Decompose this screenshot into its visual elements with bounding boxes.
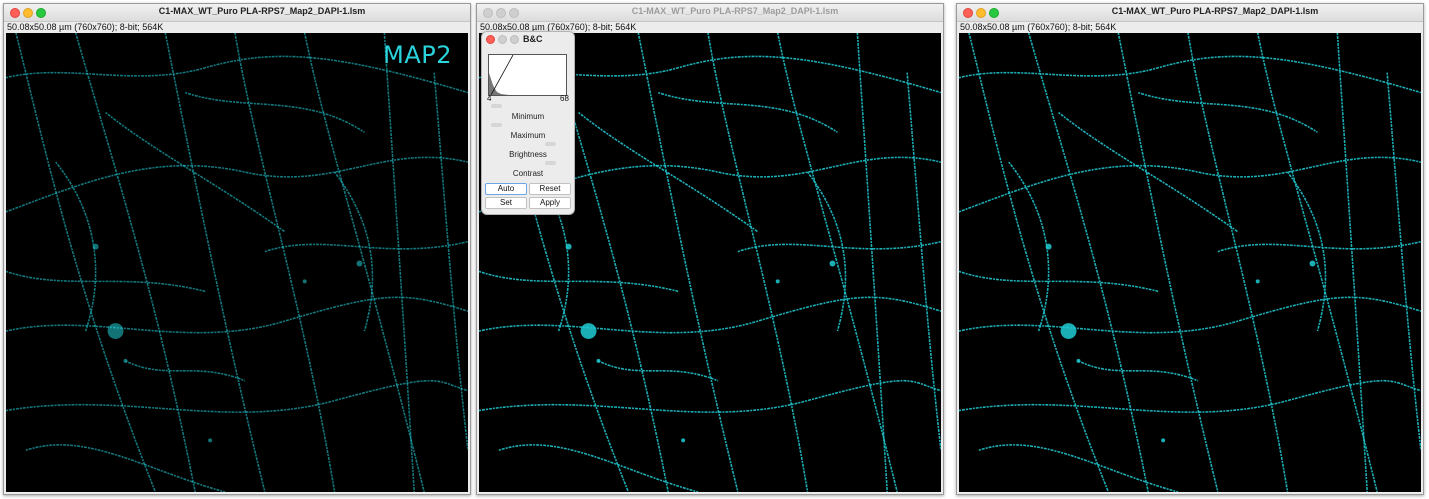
window-title: C1-MAX_WT_Puro PLA-RPS7_Map2_DAPI-1.lsm bbox=[1111, 6, 1319, 16]
set-button[interactable]: Set bbox=[485, 197, 527, 209]
minimize-button[interactable] bbox=[496, 8, 506, 18]
window-title: C1-MAX_WT_Puro PLA-RPS7_Map2_DAPI-1.lsm bbox=[158, 6, 366, 16]
histogram bbox=[488, 54, 567, 96]
image-canvas[interactable] bbox=[959, 33, 1421, 492]
histogram-min-value: 4 bbox=[487, 94, 492, 103]
window-titlebar[interactable]: C1-MAX_WT_Puro PLA-RPS7_Map2_DAPI-1.lsm bbox=[4, 4, 470, 22]
microscopy-image bbox=[959, 33, 1421, 492]
slider-label: Brightness bbox=[509, 150, 547, 159]
maximum-slider[interactable]: Maximum bbox=[488, 123, 568, 142]
zoom-button[interactable] bbox=[509, 8, 519, 18]
brightness-slider[interactable]: Brightness bbox=[488, 142, 568, 161]
minimize-button[interactable] bbox=[498, 35, 507, 44]
microscopy-image bbox=[6, 33, 468, 492]
image-window-3[interactable]: C1-MAX_WT_Puro PLA-RPS7_Map2_DAPI-1.lsm … bbox=[956, 3, 1424, 495]
zoom-button[interactable] bbox=[510, 35, 519, 44]
window-title: C1-MAX_WT_Puro PLA-RPS7_Map2_DAPI-1.lsm bbox=[631, 6, 839, 16]
minimize-button[interactable] bbox=[23, 8, 33, 18]
apply-button[interactable]: Apply bbox=[529, 197, 571, 209]
window-titlebar[interactable]: C1-MAX_WT_Puro PLA-RPS7_Map2_DAPI-1.lsm bbox=[477, 4, 943, 22]
zoom-button[interactable] bbox=[989, 8, 999, 18]
slider-label: Contrast bbox=[512, 169, 544, 178]
panel-title: B&C bbox=[523, 34, 543, 44]
slider-label: Minimum bbox=[511, 112, 545, 121]
auto-button[interactable]: Auto bbox=[485, 183, 527, 195]
histogram-max-value: 68 bbox=[560, 94, 569, 103]
zoom-button[interactable] bbox=[36, 8, 46, 18]
window-titlebar[interactable]: C1-MAX_WT_Puro PLA-RPS7_Map2_DAPI-1.lsm bbox=[957, 4, 1423, 22]
image-info: 50.08x50.08 µm (760x760); 8-bit; 564K bbox=[957, 22, 1423, 33]
reset-button[interactable]: Reset bbox=[529, 183, 571, 195]
panel-titlebar[interactable]: B&C bbox=[482, 32, 574, 47]
brightness-contrast-panel[interactable]: B&C 4 68 Minimum Maximum Brightness Cont… bbox=[481, 31, 575, 215]
slider-thumb[interactable] bbox=[491, 123, 503, 127]
image-info: 50.08x50.08 µm (760x760); 8-bit; 564K bbox=[4, 22, 470, 33]
slider-label: Maximum bbox=[510, 131, 546, 140]
minimize-button[interactable] bbox=[976, 8, 986, 18]
close-button[interactable] bbox=[483, 8, 493, 18]
contrast-slider[interactable]: Contrast bbox=[488, 161, 568, 180]
close-button[interactable] bbox=[963, 8, 973, 18]
image-window-1[interactable]: C1-MAX_WT_Puro PLA-RPS7_Map2_DAPI-1.lsm … bbox=[3, 3, 471, 495]
minimum-slider[interactable]: Minimum bbox=[488, 104, 568, 123]
close-button[interactable] bbox=[486, 35, 495, 44]
image-canvas[interactable]: MAP2 bbox=[6, 33, 468, 492]
slider-thumb[interactable] bbox=[544, 161, 556, 165]
close-button[interactable] bbox=[10, 8, 20, 18]
slider-thumb[interactable] bbox=[544, 142, 556, 146]
slider-thumb[interactable] bbox=[491, 104, 503, 108]
channel-label: MAP2 bbox=[383, 41, 452, 69]
